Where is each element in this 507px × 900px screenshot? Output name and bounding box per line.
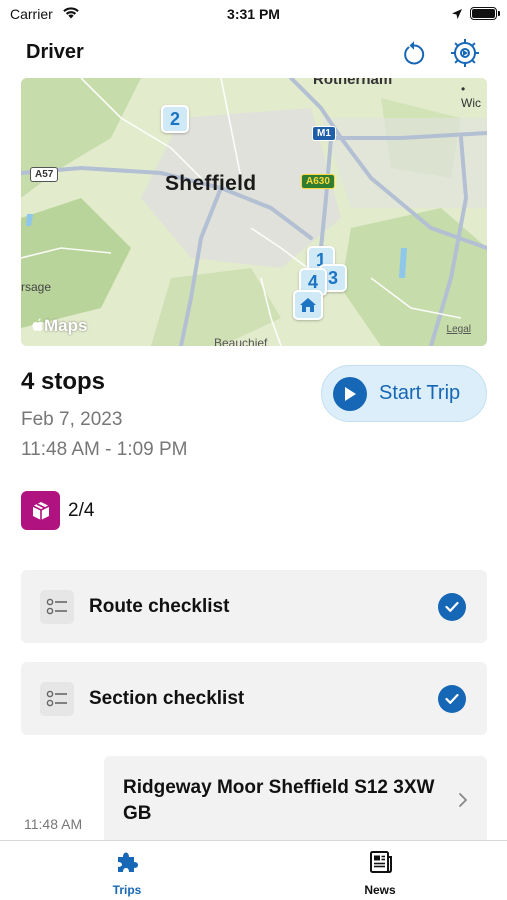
clock-time: 3:31 PM bbox=[227, 6, 280, 22]
newspaper-icon bbox=[370, 851, 392, 873]
location-arrow-icon bbox=[451, 7, 463, 25]
trip-stop-count: 4 stops bbox=[21, 368, 106, 395]
maps-logo-text: Maps bbox=[44, 316, 88, 335]
settings-gear-icon bbox=[451, 39, 479, 67]
checkmark-circle-icon bbox=[438, 592, 466, 621]
map-label-town: Rotherham bbox=[313, 78, 393, 88]
road-badge-a57: A57 bbox=[30, 167, 59, 182]
page-title: Driver bbox=[26, 41, 84, 63]
checkmark-circle-icon bbox=[438, 684, 466, 713]
map-legal-link[interactable]: Legal bbox=[447, 324, 471, 335]
tab-news[interactable]: News bbox=[330, 849, 430, 897]
status-bar: Carrier 3:31 PM bbox=[0, 0, 507, 30]
map-label-bottom: Beauchief bbox=[214, 336, 268, 346]
route-checklist-label: Route checklist bbox=[89, 595, 230, 617]
refresh-icon bbox=[404, 41, 425, 65]
package-count: 2/4 bbox=[68, 500, 95, 521]
refresh-button[interactable] bbox=[397, 36, 431, 70]
maps-logo: Maps bbox=[32, 316, 87, 336]
home-pin[interactable] bbox=[293, 290, 323, 320]
tab-bar: Trips News bbox=[0, 840, 507, 900]
route-checklist-row[interactable]: Route checklist bbox=[21, 570, 487, 643]
map-label-corner-text: Wic bbox=[461, 96, 481, 110]
package-icon bbox=[21, 491, 60, 530]
road-badge-a630: A630 bbox=[301, 174, 335, 189]
checklist-icon bbox=[40, 589, 74, 624]
start-trip-button[interactable]: Start Trip bbox=[321, 365, 487, 422]
tab-news-label: News bbox=[364, 883, 396, 897]
play-icon bbox=[333, 376, 367, 411]
home-icon bbox=[300, 298, 316, 312]
section-checklist-row[interactable]: Section checklist bbox=[21, 662, 487, 735]
tab-trips[interactable]: Trips bbox=[77, 849, 177, 897]
tab-trips-label: Trips bbox=[112, 883, 142, 897]
apple-logo-icon bbox=[32, 318, 43, 331]
map-terrain bbox=[21, 78, 487, 346]
trip-time-range: 11:48 AM - 1:09 PM bbox=[21, 439, 188, 460]
map-label-left: rsage bbox=[21, 280, 52, 294]
trip-date: Feb 7, 2023 bbox=[21, 409, 123, 430]
stop-address: Ridgeway Moor Sheffield S12 3XW GB bbox=[123, 777, 435, 824]
start-trip-label: Start Trip bbox=[379, 382, 461, 404]
stop-card[interactable]: Ridgeway Moor Sheffield S12 3XW GB bbox=[104, 756, 487, 846]
map-label-corner: • Wic bbox=[461, 82, 481, 110]
chevron-right-icon bbox=[458, 792, 468, 813]
section-checklist-label: Section checklist bbox=[89, 687, 245, 709]
battery-icon bbox=[470, 7, 500, 20]
settings-button[interactable] bbox=[448, 36, 482, 70]
checklist-icon bbox=[40, 681, 74, 716]
road-badge-m1: M1 bbox=[312, 126, 336, 141]
map-label-city: Sheffield bbox=[165, 172, 257, 195]
puzzle-icon bbox=[118, 852, 138, 872]
stop-time: 11:48 AM bbox=[24, 816, 83, 832]
stop-pin-2[interactable]: 2 bbox=[161, 105, 189, 133]
route-map[interactable]: Rotherham • Wic Sheffield rsage Beauchie… bbox=[21, 78, 487, 346]
